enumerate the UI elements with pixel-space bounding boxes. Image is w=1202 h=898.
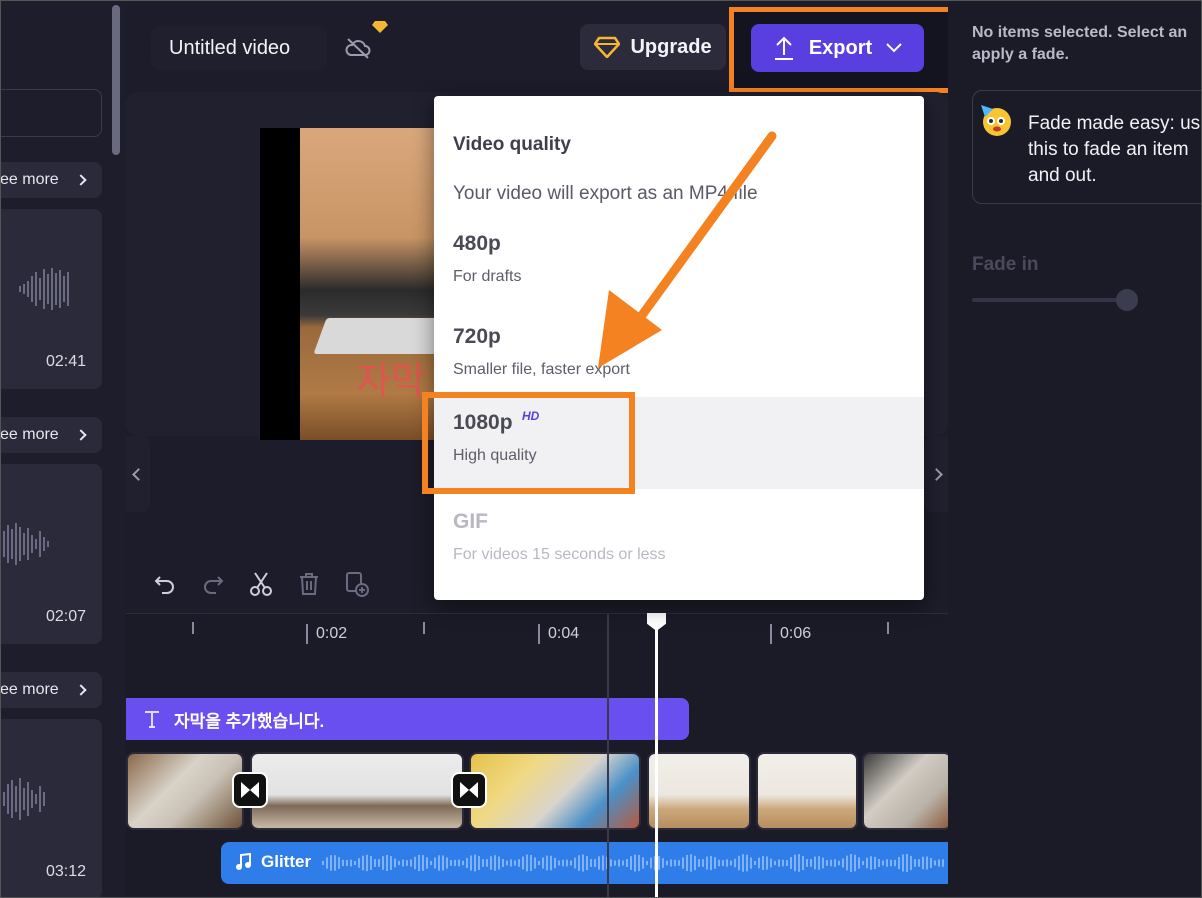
transition-button[interactable] [232, 772, 268, 808]
party-face-icon [981, 105, 1011, 136]
upload-icon [774, 36, 793, 60]
search-input[interactable] [0, 89, 102, 137]
option-name: 480p [453, 232, 501, 255]
option-description: Smaller file, faster export [453, 361, 630, 378]
media-panel: ee more 02:41 ee more 02:07 ee more 03:1… [0, 0, 126, 898]
see-more-button[interactable]: ee more [0, 162, 102, 198]
audio-card[interactable]: 02:07 [0, 464, 102, 644]
preview-caption: 자막 [356, 361, 426, 403]
scrollbar[interactable] [112, 5, 120, 155]
see-more-label: ee more [0, 681, 59, 698]
ruler-label: 0:06 [770, 624, 811, 644]
audio-duration: 02:41 [45, 353, 86, 370]
transition-button[interactable] [451, 772, 487, 808]
quality-option-gif[interactable]: GIF For videos 15 seconds or less [434, 496, 924, 588]
tip-card: Fade made easy: us this to fade an item … [972, 90, 1202, 204]
export-button[interactable]: Export [751, 24, 924, 72]
tip-text: Fade made easy: us this to fade an item … [1028, 113, 1201, 186]
trash-icon [300, 573, 318, 595]
waveform-icon [0, 523, 49, 565]
option-description: For videos 15 seconds or less [453, 546, 666, 563]
audio-card[interactable]: 03:12 [0, 719, 102, 898]
fade-in-slider-handle[interactable] [1116, 289, 1138, 311]
chevron-left-icon [131, 467, 145, 481]
video-clip[interactable] [756, 752, 858, 830]
option-description: For drafts [453, 268, 522, 285]
diamond-icon [594, 36, 621, 58]
cloud-off-icon [345, 38, 371, 59]
ruler-tick [887, 622, 889, 634]
export-quality-menu: Video quality Your video will export as … [434, 96, 924, 600]
video-track [126, 752, 952, 830]
video-clip[interactable] [647, 752, 751, 830]
selection-highlight-box [422, 392, 635, 494]
quality-option-720p[interactable]: 720p Smaller file, faster export [434, 311, 924, 403]
chevron-right-icon [75, 684, 87, 696]
text-clip-label: 자막을 추가했습니다. [174, 711, 325, 731]
upgrade-button[interactable]: Upgrade [580, 24, 726, 70]
option-name: 720p [453, 325, 501, 348]
delete-button[interactable] [294, 569, 324, 599]
audio-clip[interactable]: Glitter [221, 842, 948, 884]
undo-icon [154, 576, 174, 594]
see-more-label: ee more [0, 171, 59, 188]
export-label: Export [808, 36, 873, 59]
duplicate-button[interactable] [342, 569, 372, 599]
audio-duration: 03:12 [45, 863, 86, 880]
split-button[interactable] [246, 569, 276, 599]
scissors-icon [250, 572, 272, 596]
ruler-label: 0:02 [306, 624, 347, 644]
video-clip[interactable] [862, 752, 952, 830]
audio-duration: 02:07 [45, 608, 86, 625]
chevron-down-icon [886, 43, 902, 53]
duplicate-icon [346, 572, 369, 597]
properties-panel: No items selected. Select an apply a fad… [948, 0, 1202, 898]
cloud-sync-button[interactable] [336, 28, 380, 68]
transition-icon [460, 782, 478, 798]
undo-button[interactable] [150, 569, 180, 599]
timeline-marker [607, 614, 609, 898]
playhead[interactable] [655, 614, 658, 898]
option-name: GIF [453, 510, 488, 533]
see-more-button[interactable]: ee more [0, 417, 102, 453]
diamond-icon [372, 21, 388, 33]
video-clip[interactable] [126, 752, 244, 830]
fade-in-slider[interactable] [972, 298, 1126, 302]
audio-clip-label: Glitter [261, 852, 312, 871]
fade-in-label: Fade in [972, 254, 1039, 275]
project-title[interactable]: Untitled video [151, 26, 327, 70]
waveform-icon [3, 778, 45, 820]
menu-heading: Video quality [453, 134, 571, 155]
text-icon [145, 711, 159, 728]
text-clip[interactable]: 자막을 추가했습니다. [126, 698, 689, 740]
audio-waveform [322, 854, 944, 872]
ruler-label: 0:04 [538, 624, 579, 644]
selection-info: No items selected. Select an apply a fad… [972, 24, 1188, 63]
see-more-button[interactable]: ee more [0, 672, 102, 708]
transition-icon [241, 782, 259, 798]
video-clip[interactable] [469, 752, 641, 830]
ruler-tick [423, 622, 425, 634]
audio-card[interactable]: 02:41 [0, 209, 102, 389]
collapse-right-button[interactable] [924, 436, 948, 512]
ruler-tick [192, 622, 194, 634]
waveform-icon [19, 268, 69, 310]
quality-option-480p[interactable]: 480p For drafts [434, 218, 924, 310]
video-clip[interactable] [250, 752, 464, 830]
chevron-right-icon [929, 467, 943, 481]
timeline[interactable]: 0:02 0:04 0:06 자막을 추가했습니다. Glitter [126, 613, 952, 898]
upgrade-label: Upgrade [630, 35, 712, 58]
redo-button[interactable] [198, 569, 228, 599]
see-more-label: ee more [0, 426, 59, 443]
chevron-right-icon [75, 429, 87, 441]
music-note-icon [236, 853, 251, 870]
chevron-right-icon [75, 174, 87, 186]
menu-subheading: Your video will export as an MP4 file [453, 183, 758, 204]
redo-icon [204, 576, 224, 594]
collapse-left-button[interactable] [126, 436, 150, 512]
